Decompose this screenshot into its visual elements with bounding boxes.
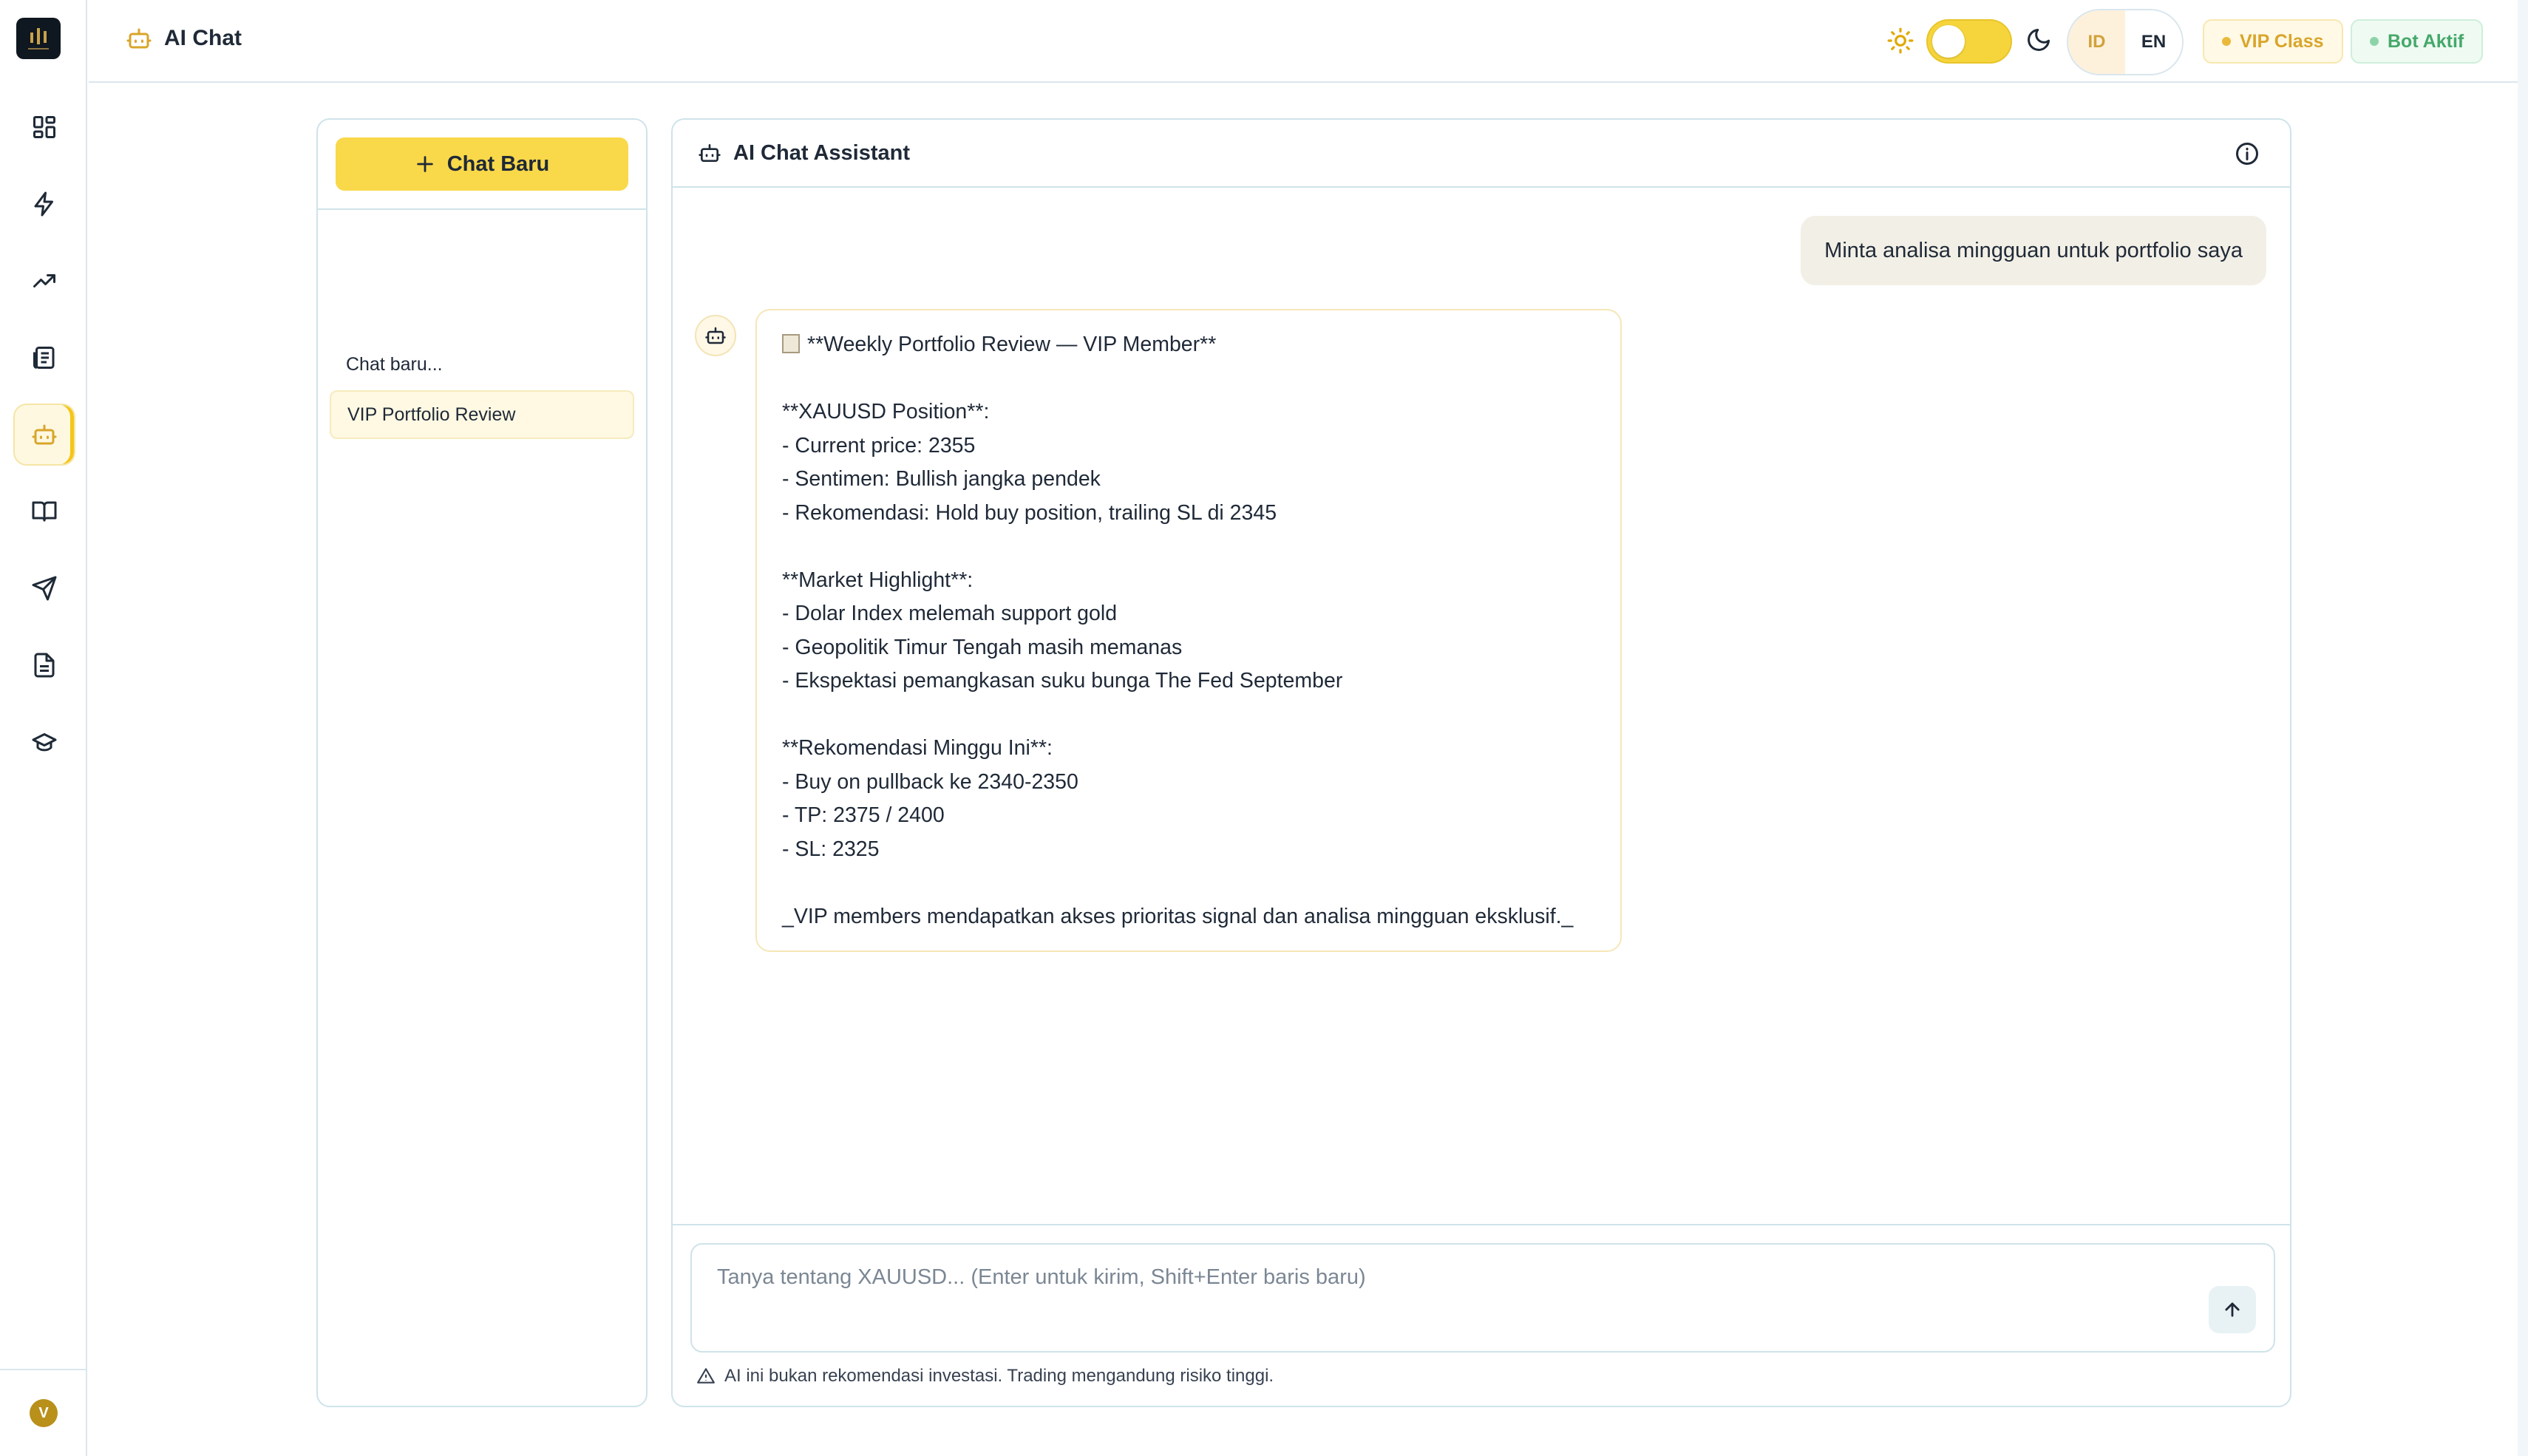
bot-message-line: - Buy on pullback ke 2340-2350 [782, 769, 1078, 794]
dashboard-icon [33, 116, 55, 138]
sidebar-item-telegram[interactable] [13, 557, 75, 619]
warning-icon [697, 1368, 715, 1384]
sidebar-item-ai-chat[interactable] [13, 404, 75, 466]
bot-message-line: - SL: 2325 [782, 837, 880, 861]
divider [318, 208, 646, 210]
send-icon [32, 576, 57, 601]
bot-message-line: - Ekspektasi pemangkasan suku bunga The … [782, 669, 1343, 693]
status-dot-icon [2370, 37, 2379, 46]
conversation-item[interactable]: Chat baru... [330, 340, 634, 389]
bot-message-line [782, 698, 1595, 732]
bot-message-line [782, 362, 1595, 396]
sidebar-item-learn[interactable] [13, 480, 75, 542]
bot-status-badge[interactable]: Bot Aktif [2351, 19, 2484, 64]
new-chat-button[interactable]: Chat Baru [336, 137, 628, 191]
bot-message-line: _VIP members mendapatkan akses prioritas… [782, 904, 1574, 928]
bot-message: **Weekly Portfolio Review — VIP Member**… [755, 309, 1622, 952]
message-composer [690, 1243, 2275, 1353]
arrow-up-icon [2225, 1302, 2240, 1317]
plus-icon [416, 156, 433, 172]
bot-icon [32, 424, 57, 445]
chat-panel: AI Chat Assistant Minta analisa mingguan… [671, 118, 2291, 1407]
logo-icon [28, 28, 49, 50]
vip-badge-label: VIP Class [2240, 30, 2324, 52]
page-title: AI Chat [126, 25, 242, 52]
message-input[interactable] [717, 1265, 2121, 1290]
bot-message-line [782, 866, 1595, 900]
bot-message-line: **Rekomendasi Minggu Ini**: [782, 736, 1053, 760]
conversation-panel: Chat Baru Chat baru... VIP Portfolio Rev… [316, 118, 648, 1407]
trending-up-icon [33, 274, 55, 288]
bot-message-line: - TP: 2375 / 2400 [782, 803, 945, 827]
bot-icon [705, 327, 726, 344]
clipboard-icon [782, 334, 800, 353]
bot-message-line: **Market Highlight**: [782, 568, 974, 592]
bot-icon [699, 144, 721, 162]
sun-icon [1886, 27, 1914, 55]
page-title-label: AI Chat [164, 26, 242, 50]
disclaimer: AI ini bukan rekomendasi investasi. Trad… [696, 1366, 1274, 1387]
bot-message-line [782, 530, 1595, 564]
user-menu[interactable]: V [0, 1369, 87, 1456]
lang-option-en[interactable]: EN [2125, 10, 2182, 74]
vip-badge[interactable]: VIP Class [2203, 19, 2343, 64]
newspaper-icon [33, 347, 55, 369]
bot-message-line: - Dolar Index melemah support gold [782, 602, 1118, 625]
bot-message-line: - Rekomendasi: Hold buy position, traili… [782, 500, 1277, 525]
book-icon [32, 501, 57, 522]
avatar[interactable]: V [30, 1399, 58, 1427]
sidebar-rail: V [0, 0, 87, 1456]
bot-message-heading: **Weekly Portfolio Review — VIP Member** [807, 333, 1217, 356]
bot-avatar [695, 315, 736, 356]
app-logo[interactable] [16, 18, 61, 59]
vip-dot-icon [2222, 37, 2231, 46]
theme-toggle[interactable] [1926, 19, 2012, 64]
sidebar-item-reports[interactable] [13, 634, 75, 696]
bot-message-line: **XAUUSD Position**: [782, 400, 990, 423]
document-icon [34, 653, 55, 678]
chat-title: AI Chat Assistant [733, 140, 911, 165]
sidebar-item-signals[interactable] [13, 173, 75, 235]
sidebar-item-dashboard[interactable] [13, 96, 75, 158]
bot-icon [126, 28, 152, 49]
bot-message-line: - Sentimen: Bullish jangka pendek [782, 467, 1101, 491]
page-scrollbar[interactable] [2518, 0, 2528, 1456]
graduation-cap-icon [32, 733, 57, 752]
lightning-icon [34, 191, 53, 217]
chat-header: AI Chat Assistant [673, 120, 2290, 188]
disclaimer-text: AI ini bukan rekomendasi investasi. Trad… [724, 1366, 1274, 1386]
bot-message-line: - Current price: 2355 [782, 433, 976, 457]
conversation-item-selected[interactable]: VIP Portfolio Review [330, 390, 634, 439]
bot-message-line: **Weekly Portfolio Review — VIP Member** [782, 328, 1595, 362]
sidebar-item-news[interactable] [13, 327, 75, 389]
user-message: Minta analisa mingguan untuk portfolio s… [1801, 216, 2266, 285]
bot-status-label: Bot Aktif [2388, 30, 2464, 52]
theme-toggle-knob [1932, 25, 1965, 58]
bot-message-line: - Geopolitik Timur Tengah masih memanas [782, 635, 1183, 659]
info-icon[interactable] [2234, 140, 2260, 167]
divider [673, 1224, 2290, 1225]
language-switcher: ID EN [2067, 9, 2184, 75]
sidebar-item-academy[interactable] [13, 711, 75, 773]
sidebar-item-market[interactable] [13, 250, 75, 312]
moon-icon [2025, 27, 2052, 53]
new-chat-label: Chat Baru [446, 152, 550, 176]
send-button[interactable] [2209, 1286, 2256, 1333]
lang-option-id[interactable]: ID [2068, 10, 2125, 74]
